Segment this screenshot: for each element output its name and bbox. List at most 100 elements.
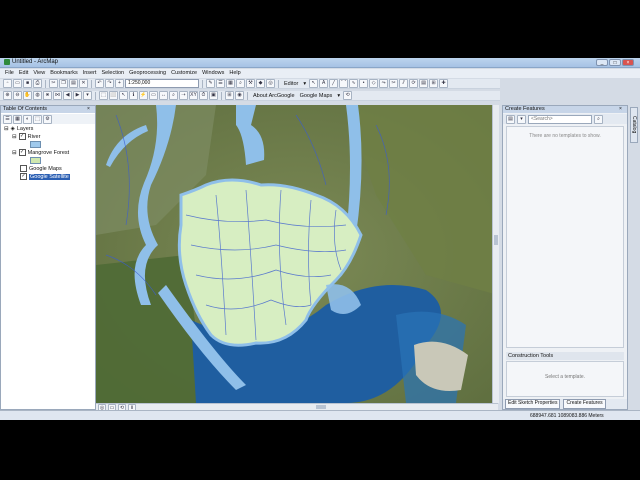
layer-google-maps[interactable]: Google Maps <box>20 165 62 172</box>
arcgoogle-tool-icon[interactable]: ◉ <box>235 91 244 100</box>
menu-bookmarks[interactable]: Bookmarks <box>50 69 78 78</box>
delete-icon[interactable]: ✕ <box>79 79 88 88</box>
menu-selection[interactable]: Selection <box>101 69 124 78</box>
create-features-tab[interactable]: Create Features <box>563 399 606 409</box>
previous-extent-icon[interactable]: ◀ <box>63 91 72 100</box>
hyperlink-icon[interactable]: ⚡ <box>139 91 148 100</box>
panel-close-icon[interactable]: × <box>619 106 622 113</box>
catalog-icon[interactable]: ▦ <box>226 79 235 88</box>
fixed-zoom-out-icon[interactable]: ⋈ <box>53 91 62 100</box>
python-icon[interactable]: ◆ <box>256 79 265 88</box>
copy-icon[interactable]: ❐ <box>59 79 68 88</box>
toc-options-icon[interactable]: ⚙ <box>43 114 52 124</box>
add-data-icon[interactable]: + <box>115 79 124 88</box>
organize-templates-icon[interactable]: ▤ <box>506 114 515 124</box>
list-by-selection-icon[interactable]: ⬚ <box>33 114 42 124</box>
clear-selection-icon[interactable]: ⬜ <box>109 91 118 100</box>
collapse-icon[interactable]: ⊟ <box>12 134 17 140</box>
menu-geoprocessing[interactable]: Geoprocessing <box>129 69 166 78</box>
layer-visibility-checkbox[interactable]: ✓ <box>18 149 26 156</box>
layer-visibility-checkbox[interactable]: ✓ <box>18 133 26 140</box>
edit-vertices-icon[interactable]: ◇ <box>369 79 379 88</box>
template-search-input[interactable]: <Search> <box>528 114 592 124</box>
cut-icon[interactable]: ✂ <box>49 79 58 88</box>
layer-mangrove-forest[interactable]: ⊟ ✓ Mangrove Forest <box>12 149 69 156</box>
map-scale-combo[interactable]: 1:250,000 <box>125 79 199 88</box>
endpoint-arc-icon[interactable]: ⌒ <box>339 79 349 88</box>
map-vertical-scrollbar[interactable] <box>492 105 499 403</box>
straight-segment-icon[interactable]: ╱ <box>329 79 339 88</box>
mangrove-symbol[interactable] <box>30 157 41 164</box>
redo-icon[interactable]: ↷ <box>105 79 114 88</box>
paste-icon[interactable]: ▤ <box>69 79 78 88</box>
split-icon[interactable]: ⫽ <box>399 79 409 88</box>
edit-annotation-icon[interactable]: A <box>319 79 329 88</box>
full-extent-icon[interactable]: ◍ <box>33 91 42 100</box>
point-icon[interactable]: • <box>359 79 369 88</box>
editor-dropdown-icon[interactable]: ▾ <box>301 81 308 87</box>
find-icon[interactable]: ⌕ <box>169 91 178 100</box>
search-icon[interactable]: ⌕ <box>236 79 245 88</box>
fixed-zoom-in-icon[interactable]: ⋇ <box>43 91 52 100</box>
editor-menu[interactable]: Editor <box>282 81 300 87</box>
list-by-drawing-order-icon[interactable]: ☰ <box>3 114 12 124</box>
viewer-window-icon[interactable]: ▣ <box>209 91 218 100</box>
editor-toolbar-icon[interactable]: ✎ <box>206 79 215 88</box>
trace-icon[interactable]: ∿ <box>349 79 359 88</box>
pan-icon[interactable]: ✋ <box>23 91 32 100</box>
scroll-thumb-v[interactable] <box>494 235 498 245</box>
undo-icon[interactable]: ↶ <box>95 79 104 88</box>
sketch-properties-icon[interactable]: ⊞ <box>429 79 439 88</box>
new-map-icon[interactable]: ▫ <box>3 79 12 88</box>
select-by-dropdown-icon[interactable]: ▾ <box>83 91 92 100</box>
menu-windows[interactable]: Windows <box>202 69 224 78</box>
collapse-icon[interactable]: ⊟ <box>4 126 9 132</box>
edit-tool-icon[interactable]: ↖ <box>309 79 319 88</box>
cut-polygons-icon[interactable]: ✂ <box>389 79 399 88</box>
layer-visibility-checkbox[interactable] <box>20 165 27 172</box>
catalog-side-tab[interactable]: Catalog <box>630 107 638 143</box>
create-features-icon[interactable]: ✚ <box>439 79 449 88</box>
save-icon[interactable]: ■ <box>23 79 32 88</box>
select-elements-icon[interactable]: ↖ <box>119 91 128 100</box>
menu-help[interactable]: Help <box>229 69 240 78</box>
go-to-xy-icon[interactable]: XY <box>189 91 198 100</box>
open-icon[interactable]: ▭ <box>13 79 22 88</box>
layer-river[interactable]: ⊟ ✓ River <box>12 133 40 140</box>
about-arcgoogle-button[interactable]: About ArcGoogle <box>251 93 297 99</box>
search-options-icon[interactable]: ⌕ <box>594 114 603 124</box>
edit-sketch-properties-tab[interactable]: Edit Sketch Properties <box>505 399 561 409</box>
arctoolbox-icon[interactable]: ⚒ <box>246 79 255 88</box>
menu-file[interactable]: File <box>5 69 14 78</box>
identify-icon[interactable]: ℹ <box>129 91 138 100</box>
refresh-imagery-icon[interactable]: ⟲ <box>343 91 353 100</box>
layout-tool-icon[interactable]: ⊞ <box>225 91 234 100</box>
zoom-out-icon[interactable]: ⊖ <box>13 91 22 100</box>
template-list[interactable]: There are no templates to show. <box>506 126 624 348</box>
layers-root[interactable]: ⊟ ◈ Layers <box>4 126 33 132</box>
reshape-icon[interactable]: ⤳ <box>379 79 389 88</box>
scroll-thumb-h[interactable] <box>316 405 326 409</box>
toc-close-icon[interactable]: × <box>87 106 90 113</box>
html-popup-icon[interactable]: ▭ <box>149 91 158 100</box>
close-button[interactable]: × <box>622 59 634 66</box>
menu-edit[interactable]: Edit <box>19 69 28 78</box>
maximize-button[interactable]: □ <box>609 59 621 66</box>
zoom-in-icon[interactable]: ⊕ <box>3 91 12 100</box>
river-symbol[interactable] <box>30 141 41 148</box>
modelbuilder-icon[interactable]: ◎ <box>266 79 275 88</box>
menu-customize[interactable]: Customize <box>171 69 197 78</box>
next-extent-icon[interactable]: ▶ <box>73 91 82 100</box>
select-features-icon[interactable]: ⬚ <box>99 91 108 100</box>
google-maps-menu[interactable]: Google Maps <box>298 93 335 99</box>
list-by-source-icon[interactable]: ▦ <box>13 114 22 124</box>
minimize-button[interactable]: _ <box>596 59 608 66</box>
measure-icon[interactable]: ↔ <box>159 91 168 100</box>
menu-view[interactable]: View <box>33 69 45 78</box>
list-by-visibility-icon[interactable]: ◐ <box>23 114 32 124</box>
map-horizontal-scrollbar[interactable]: ◎ ▭ ⟲ Ⅱ <box>96 403 498 411</box>
collapse-icon[interactable]: ⊟ <box>12 150 17 156</box>
layer-google-satellite[interactable]: ✓ Google Satellite <box>20 173 70 180</box>
menu-insert[interactable]: Insert <box>83 69 97 78</box>
map-view[interactable] <box>96 105 498 403</box>
